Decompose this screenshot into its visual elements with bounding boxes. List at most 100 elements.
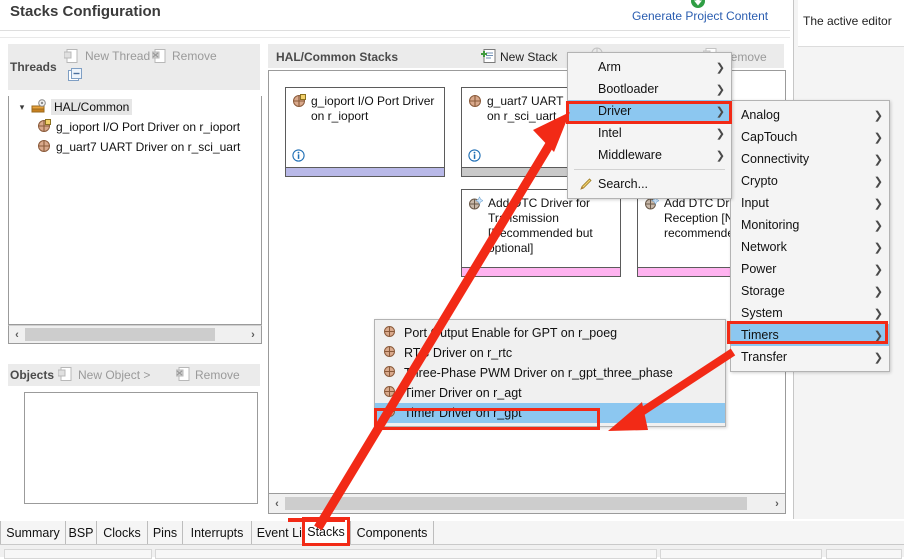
menu-item-label: System bbox=[741, 306, 783, 320]
module-icon bbox=[383, 405, 396, 421]
menu-item-network[interactable]: Network ❯ bbox=[731, 236, 889, 258]
stack-box-dtc-transmission[interactable]: Add DTC Driver for Transmission [Recomme… bbox=[461, 189, 621, 277]
module-icon bbox=[383, 385, 396, 401]
menu-item-middleware[interactable]: Middleware ❯ bbox=[568, 144, 731, 166]
threads-horizontal-scrollbar[interactable]: ‹ › bbox=[8, 325, 262, 344]
stack-box-status-bar bbox=[462, 267, 620, 276]
info-icon[interactable] bbox=[292, 149, 305, 162]
hal-common-icon bbox=[31, 98, 47, 116]
scroll-right-icon[interactable]: › bbox=[245, 327, 261, 342]
menu-item-timer-gpt[interactable]: Timer Driver on r_gpt bbox=[375, 403, 725, 423]
scrollbar-thumb[interactable] bbox=[285, 497, 747, 510]
collapse-all-icon[interactable] bbox=[68, 68, 83, 81]
chevron-right-icon: ❯ bbox=[715, 83, 725, 96]
tree-item-label: g_ioport I/O Port Driver on r_ioport bbox=[56, 120, 241, 134]
chevron-right-icon: ❯ bbox=[873, 131, 883, 144]
menu-item-label: Port Output Enable for GPT on r_poeg bbox=[404, 326, 618, 340]
menu-item-spacer bbox=[578, 103, 594, 119]
remove-object-button[interactable]: Remove bbox=[195, 368, 240, 382]
scroll-right-icon[interactable]: › bbox=[769, 496, 785, 511]
tab-stacks[interactable]: Stacks bbox=[303, 519, 349, 544]
chevron-right-icon: ❯ bbox=[873, 197, 883, 210]
header-divider bbox=[0, 30, 790, 31]
menu-item-poeg[interactable]: Port Output Enable for GPT on r_poeg bbox=[375, 323, 725, 343]
tree-item-g-uart7[interactable]: g_uart7 UART Driver on r_sci_uart bbox=[9, 138, 240, 156]
tab-bsp[interactable]: BSP bbox=[65, 521, 97, 544]
tab-interrupts[interactable]: Interrupts bbox=[182, 521, 252, 544]
add-module-icon bbox=[468, 196, 484, 214]
menu-item-connectivity[interactable]: Connectivity ❯ bbox=[731, 148, 889, 170]
status-segment bbox=[4, 549, 152, 559]
menu-item-intel[interactable]: Intel ❯ bbox=[568, 122, 731, 144]
context-menu-new-stack[interactable]: Arm ❯ Bootloader ❯ Driver ❯ Intel ❯ Middlewa… bbox=[567, 52, 732, 199]
info-icon[interactable] bbox=[468, 149, 481, 162]
new-object-button[interactable]: New Object > bbox=[78, 368, 150, 382]
menu-item-rtc[interactable]: RTC Driver on r_rtc bbox=[375, 343, 725, 363]
chevron-right-icon: ❯ bbox=[873, 175, 883, 188]
menu-item-analog[interactable]: Analog ❯ bbox=[731, 104, 889, 126]
menu-item-search[interactable]: Search... bbox=[568, 173, 731, 195]
module-icon bbox=[37, 139, 51, 156]
menu-item-label: Storage bbox=[741, 284, 785, 298]
green-arrow-down-icon bbox=[690, 0, 706, 8]
context-menu-driver-categories[interactable]: Analog ❯ CapTouch ❯ Connectivity ❯ Crypto ❯ … bbox=[730, 100, 890, 372]
tree-item-g-ioport[interactable]: g_ioport I/O Port Driver on r_ioport bbox=[9, 118, 240, 136]
stacks-horizontal-scrollbar[interactable]: ‹ › bbox=[268, 493, 786, 514]
new-stack-button[interactable]: New Stack bbox=[500, 50, 557, 64]
status-segment bbox=[660, 549, 822, 559]
menu-item-label: Middleware bbox=[598, 148, 662, 162]
menu-item-timer-agt[interactable]: Timer Driver on r_agt bbox=[375, 383, 725, 403]
menu-item-bootloader[interactable]: Bootloader ❯ bbox=[568, 78, 731, 100]
menu-item-spacer bbox=[578, 59, 594, 75]
threads-tree[interactable]: ▾ HAL/Common g_ioport I/O Port Driver on… bbox=[8, 96, 262, 325]
tab-components[interactable]: Components bbox=[350, 521, 434, 544]
menu-item-system[interactable]: System ❯ bbox=[731, 302, 889, 324]
module-icon bbox=[383, 345, 396, 361]
menu-item-label: Intel bbox=[598, 126, 622, 140]
chevron-right-icon: ❯ bbox=[873, 307, 883, 320]
menu-item-power[interactable]: Power ❯ bbox=[731, 258, 889, 280]
tab-summary[interactable]: Summary bbox=[0, 521, 66, 544]
menu-item-captouch[interactable]: CapTouch ❯ bbox=[731, 126, 889, 148]
module-icon bbox=[37, 118, 51, 136]
menu-item-label: Three-Phase PWM Driver on r_gpt_three_ph… bbox=[404, 366, 673, 380]
menu-item-three-phase-pwm[interactable]: Three-Phase PWM Driver on r_gpt_three_ph… bbox=[375, 363, 725, 383]
remove-thread-button[interactable]: Remove bbox=[172, 49, 217, 63]
chevron-right-icon: ❯ bbox=[715, 105, 725, 118]
chevron-right-icon: ❯ bbox=[873, 109, 883, 122]
status-segment bbox=[826, 549, 902, 559]
tab-clocks[interactable]: Clocks bbox=[96, 521, 148, 544]
menu-item-label: Power bbox=[741, 262, 777, 276]
menu-item-timers[interactable]: Timers ❯ bbox=[731, 324, 889, 346]
menu-item-input[interactable]: Input ❯ bbox=[731, 192, 889, 214]
menu-item-label: Monitoring bbox=[741, 218, 800, 232]
context-menu-timers-drivers[interactable]: Port Output Enable for GPT on r_poeg RTC… bbox=[374, 319, 726, 427]
menu-item-crypto[interactable]: Crypto ❯ bbox=[731, 170, 889, 192]
menu-item-driver[interactable]: Driver ❯ bbox=[568, 100, 731, 122]
tree-item-hal-common[interactable]: ▾ HAL/Common bbox=[9, 98, 133, 116]
remove-icon bbox=[175, 367, 191, 384]
stack-box-ioport[interactable]: g_ioport I/O Port Driver on r_ioport bbox=[285, 87, 445, 177]
scrollbar-thumb[interactable] bbox=[25, 328, 215, 341]
new-thread-button[interactable]: New Thread bbox=[85, 49, 150, 63]
tree-item-label: g_uart7 UART Driver on r_sci_uart bbox=[56, 140, 241, 154]
objects-list[interactable] bbox=[24, 392, 258, 504]
generate-project-content-link[interactable]: Generate Project Content bbox=[632, 9, 768, 23]
remove-icon bbox=[151, 49, 167, 66]
menu-item-monitoring[interactable]: Monitoring ❯ bbox=[731, 214, 889, 236]
chevron-right-icon: ❯ bbox=[873, 263, 883, 276]
page-title: Stacks Configuration bbox=[10, 2, 161, 20]
chevron-right-icon: ❯ bbox=[873, 219, 883, 232]
tab-pins[interactable]: Pins bbox=[147, 521, 183, 544]
scroll-left-icon[interactable]: ‹ bbox=[269, 496, 285, 511]
module-icon bbox=[383, 325, 396, 341]
chevron-down-icon[interactable]: ▾ bbox=[15, 100, 29, 114]
menu-item-arm[interactable]: Arm ❯ bbox=[568, 56, 731, 78]
scroll-left-icon[interactable]: ‹ bbox=[9, 327, 25, 342]
menu-item-label: Driver bbox=[598, 104, 632, 118]
menu-item-transfer[interactable]: Transfer ❯ bbox=[731, 346, 889, 368]
menu-item-spacer bbox=[578, 125, 594, 141]
menu-item-storage[interactable]: Storage ❯ bbox=[731, 280, 889, 302]
stack-box-body: g_ioport I/O Port Driver on r_ioport bbox=[286, 88, 444, 167]
chevron-right-icon: ❯ bbox=[873, 241, 883, 254]
